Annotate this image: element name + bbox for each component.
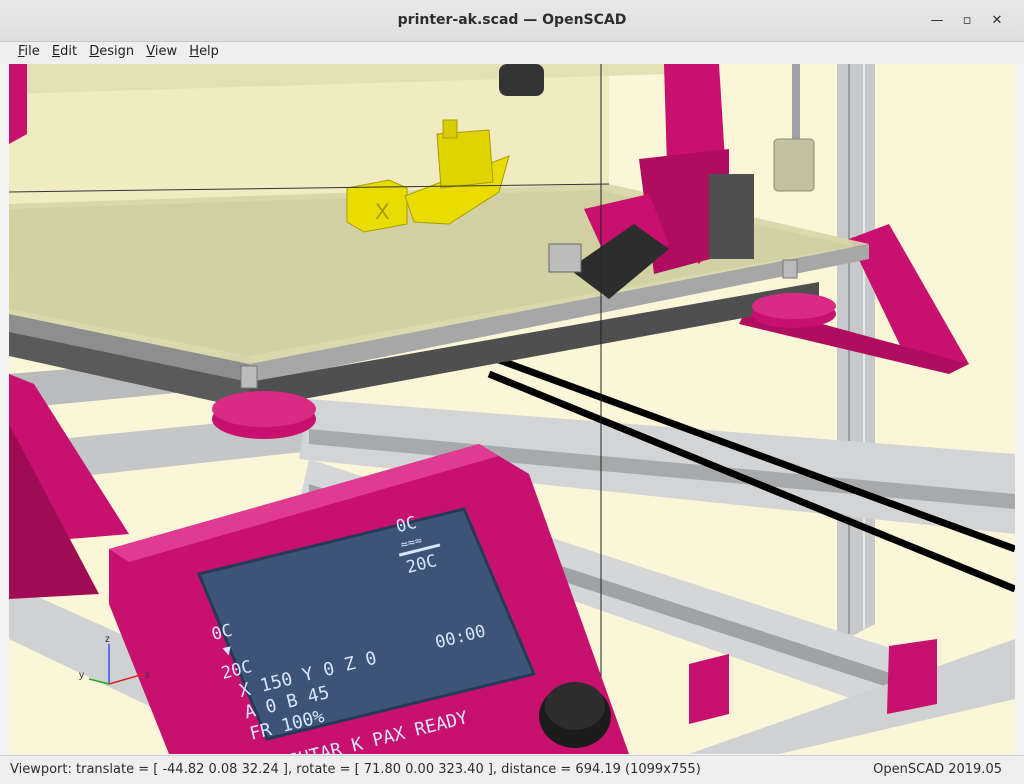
minimize-icon[interactable]: —	[928, 12, 946, 30]
maximize-icon[interactable]: ▫	[958, 12, 976, 30]
heater-block	[548, 243, 582, 273]
benchy-cabin	[436, 129, 494, 189]
menu-edit-mnemonic: E	[51, 44, 61, 59]
menu-help-label: elp	[199, 44, 219, 59]
axis-label-y: y	[79, 670, 84, 681]
stepper-motor	[709, 174, 754, 259]
close-icon[interactable]: ✕	[988, 12, 1006, 30]
menu-design[interactable]: Design	[85, 42, 138, 59]
openscad-window: printer-ak.scad — OpenSCAD — ▫ ✕ File Ed…	[0, 0, 1024, 784]
bed-spring-left	[240, 365, 258, 389]
menu-bar: File Edit Design View Help	[0, 42, 1024, 64]
rail-end-cap	[887, 639, 937, 714]
frame-corner-top-left	[9, 64, 27, 144]
menu-view-mnemonic: V	[146, 44, 155, 59]
axis-label-z: z	[105, 634, 110, 645]
lcd-controller: 0C ≈≈≈ 20C 0C ▼ 20C X 150 Y 0 Z 0 00:00 …	[109, 444, 629, 754]
menu-view-label: iew	[154, 44, 178, 59]
benchy-chimney	[442, 119, 458, 139]
menu-view[interactable]: View	[142, 42, 181, 59]
menu-help-mnemonic: H	[189, 44, 200, 59]
menu-file-label: ile	[24, 44, 40, 59]
axis-label-x: x	[145, 670, 150, 681]
menu-design-label: esign	[99, 44, 135, 59]
viewport-status-text: Viewport: translate = [ -44.82 0.08 32.2…	[10, 762, 701, 777]
menu-edit[interactable]: Edit	[48, 42, 81, 59]
bed-spring-right	[782, 259, 798, 279]
shaft-coupler	[773, 138, 815, 192]
version-label: OpenSCAD 2019.05	[873, 762, 1002, 777]
menu-design-mnemonic: D	[89, 44, 100, 59]
3d-viewport[interactable]: X 0C ≈≈≈ 20C 0C ▼ 20C X 150 Y 0 Z 0 00:0…	[9, 64, 1015, 754]
status-bar: Viewport: translate = [ -44.82 0.08 32.2…	[0, 755, 1024, 784]
menu-help[interactable]: Help	[185, 42, 223, 59]
title-bar[interactable]: printer-ak.scad — OpenSCAD — ▫ ✕	[0, 0, 1024, 42]
gear-top-left	[499, 64, 544, 96]
window-title: printer-ak.scad — OpenSCAD	[397, 12, 627, 28]
menu-edit-label: dit	[60, 44, 78, 59]
cube-letter: X	[375, 199, 390, 224]
rail-end-cap-right	[689, 654, 729, 724]
menu-file[interactable]: File	[14, 42, 44, 59]
